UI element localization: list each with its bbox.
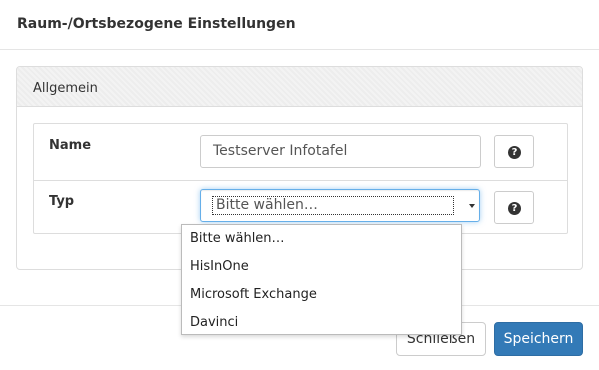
type-help-button[interactable]: ? [494,191,534,224]
row-divider [34,180,567,181]
dropdown-option[interactable]: Microsoft Exchange [182,281,461,309]
name-label: Name [49,138,92,153]
modal-title: Raum-/Ortsbezogene Einstellungen [17,16,296,32]
question-circle-icon: ? [508,202,521,215]
panel-title: Allgemein [33,81,98,96]
name-help-button[interactable]: ? [494,135,534,168]
question-circle-icon: ? [508,146,521,159]
modal-header: Raum-/Ortsbezogene Einstellungen [0,0,599,50]
settings-modal: Raum-/Ortsbezogene Einstellungen Allgeme… [0,0,599,370]
save-button[interactable]: Speichern [494,322,583,356]
type-select-value: Bitte wählen… [212,196,454,215]
type-label: Typ [49,194,75,209]
name-input[interactable]: Testserver Infotafel [200,135,481,168]
caret-down-icon [469,204,475,208]
dropdown-option[interactable]: HisInOne [182,253,461,281]
type-select[interactable]: Bitte wählen… [200,189,480,222]
settings-form-table: Name Testserver Infotafel ? Typ Bitte wä… [33,123,568,234]
dropdown-option[interactable]: Bitte wählen… [182,225,461,253]
panel-heading: Allgemein [17,67,582,107]
type-dropdown-list: Bitte wählen… HisInOne Microsoft Exchang… [181,224,462,335]
dropdown-option[interactable]: Davinci [182,309,461,337]
